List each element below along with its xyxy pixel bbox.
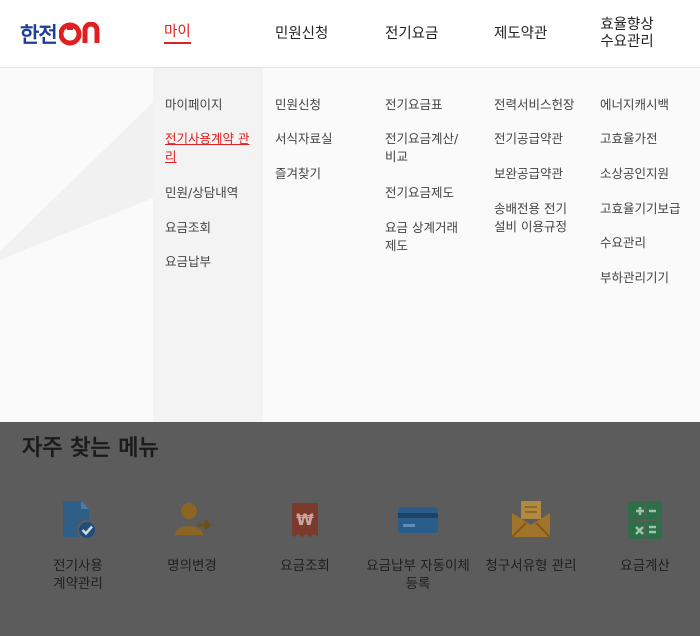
receipt-won-icon: ₩ <box>292 503 318 537</box>
gnb-label: 제도약관 <box>494 25 548 42</box>
gnb-label: 민원신청 <box>275 25 329 42</box>
favorite-label: 요금납부 자동이체등록 <box>366 558 470 592</box>
menu-item[interactable]: 요금 상계거래 제도 <box>385 219 469 255</box>
menu-col-billing: 전기요금표 전기요금계산/ 비교 전기요금제도 요금 상계거래 제도 <box>385 68 485 422</box>
global-nav: 마이 민원신청 전기요금 제도약관 효율향상 수요관리 <box>0 0 700 68</box>
menu-item[interactable]: 민원신청 <box>275 96 321 114</box>
gnb-label: 마이 <box>164 24 191 45</box>
document-check-icon <box>63 501 97 540</box>
favorite-item-contract[interactable]: 전기사용 계약관리 <box>23 497 133 593</box>
menu-item[interactable]: 즐겨찾기 <box>275 165 321 183</box>
menu-item[interactable]: 전기요금제도 <box>385 184 454 202</box>
menu-col-policy: 전력서비스헌장 전기공급약관 보완공급약관 송배전용 전기 설비 이용규정 <box>494 68 594 422</box>
gnb-item-policy[interactable]: 제도약관 <box>494 0 547 68</box>
menu-item[interactable]: 고효율기기보급 <box>600 200 681 218</box>
favorite-label: 청구서유형 관리 <box>485 558 577 574</box>
menu-item[interactable]: 수요관리 <box>600 234 646 252</box>
menu-item-active[interactable]: 전기사용계약 관리 <box>165 130 251 166</box>
header: 한전 마이 민원신청 전기요금 제도약관 효율향상 수요관리 <box>0 0 700 68</box>
menu-item[interactable]: 요금납부 <box>165 253 211 271</box>
gnb-item-civil[interactable]: 민원신청 <box>275 0 328 68</box>
menu-item[interactable]: 전력서비스헌장 <box>494 96 575 114</box>
person-transfer-icon <box>175 503 212 535</box>
favorite-item-bill-inquiry[interactable]: ₩ 요금조회 <box>250 497 360 575</box>
menu-col-efficiency: 에너지캐시백 고효율가전 소상공인지원 고효율기기보급 수요관리 부하관리기기 <box>600 68 700 422</box>
favorite-label: 요금조회 <box>280 558 330 574</box>
favorites-section: 자주 찾는 메뉴 전기사용 계약관리 명의변경 ₩ 요금조회 요금납부 자동이체… <box>0 422 700 636</box>
favorite-label: 요금계산 <box>620 558 670 574</box>
menu-item[interactable]: 전기요금계산/ 비교 <box>385 130 473 166</box>
menu-item[interactable]: 송배전용 전기 설비 이용규정 <box>494 200 582 236</box>
favorite-item-autopay[interactable]: 요금납부 자동이체등록 <box>363 497 473 593</box>
menu-item[interactable]: 소상공인지원 <box>600 165 669 183</box>
menu-col-my: 마이페이지 전기사용계약 관리 민원/상담내역 요금조회 요금납부 <box>153 68 263 422</box>
menu-item[interactable]: 요금조회 <box>165 219 211 237</box>
favorite-item-name-change[interactable]: 명의변경 <box>137 497 247 575</box>
menu-item[interactable]: 전기공급약관 <box>494 130 563 148</box>
favorite-label: 전기사용 계약관리 <box>53 558 103 592</box>
svg-text:₩: ₩ <box>296 510 314 529</box>
menu-col-civil: 민원신청 서식자료실 즐겨찾기 <box>275 68 375 422</box>
menu-item[interactable]: 마이페이지 <box>165 96 223 114</box>
gnb-item-efficiency[interactable]: 효율향상 수요관리 <box>598 0 656 68</box>
calculator-icon <box>628 501 662 539</box>
gnb-item-my[interactable]: 마이 <box>164 0 191 68</box>
envelope-icon <box>511 501 551 538</box>
menu-item[interactable]: 보완공급약관 <box>494 165 563 183</box>
gnb-label: 전기요금 <box>385 25 439 42</box>
menu-item[interactable]: 고효율가전 <box>600 130 658 148</box>
gnb-label: 효율향상 수요관리 <box>600 17 654 50</box>
menu-item[interactable]: 에너지캐시백 <box>600 96 669 114</box>
menu-item[interactable]: 민원/상담내역 <box>165 184 238 202</box>
favorite-item-bill-type[interactable]: 청구서유형 관리 <box>476 497 586 575</box>
menu-item[interactable]: 전기요금표 <box>385 96 443 114</box>
gnb-item-billing[interactable]: 전기요금 <box>385 0 438 68</box>
credit-card-icon <box>398 507 438 533</box>
menu-item[interactable]: 서식자료실 <box>275 130 333 148</box>
section-title: 자주 찾는 메뉴 <box>22 436 159 461</box>
mega-menu: 마이페이지 전기사용계약 관리 민원/상담내역 요금조회 요금납부 민원신청 서… <box>0 68 700 422</box>
menu-item[interactable]: 부하관리기기 <box>600 269 669 287</box>
favorite-item-calculator[interactable]: 요금계산 <box>590 497 700 575</box>
favorite-label: 명의변경 <box>167 558 217 574</box>
